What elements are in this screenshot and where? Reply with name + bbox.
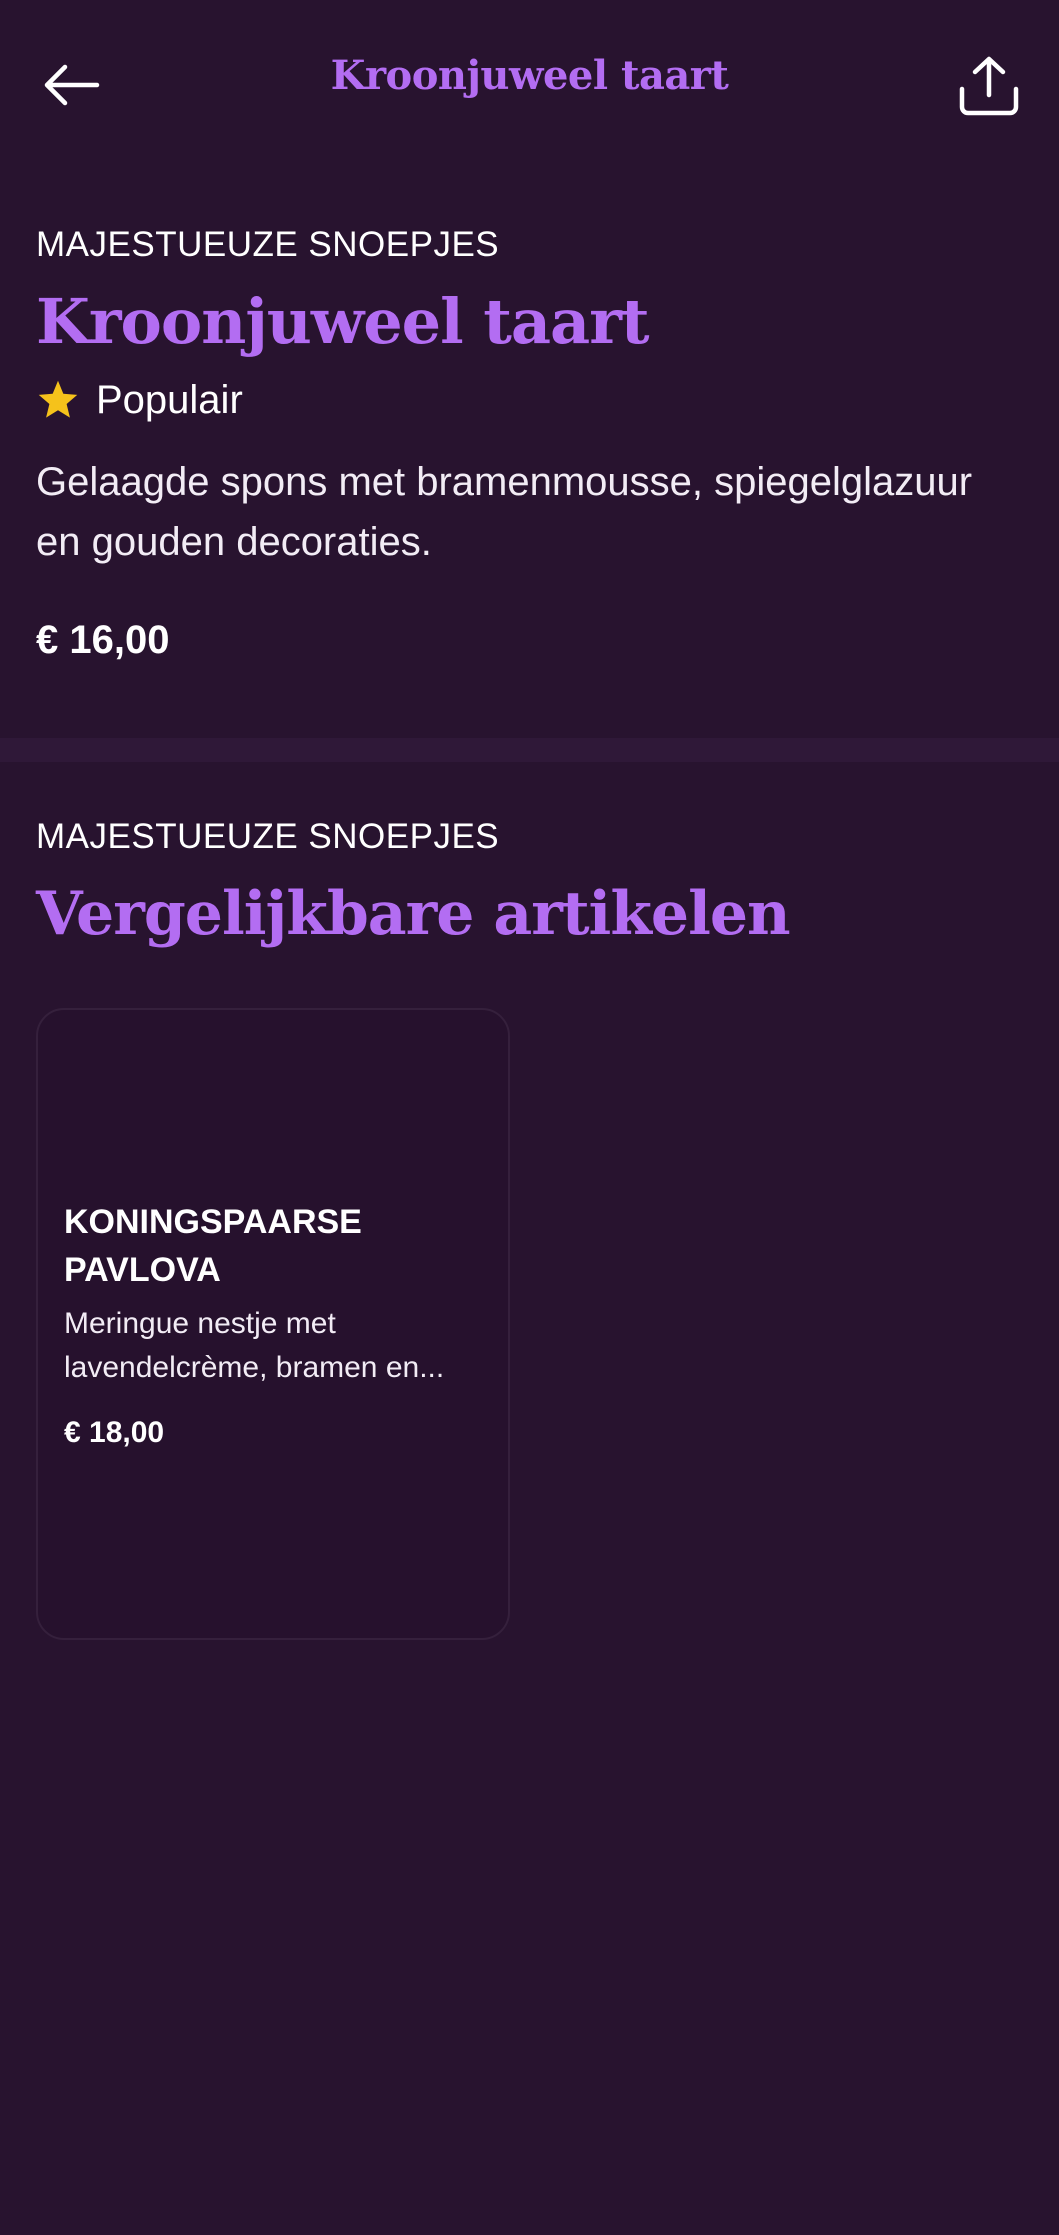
similar-category: MAJESTUEUZE SNOEPJES xyxy=(36,817,500,856)
popular-badge: Populair xyxy=(36,372,1026,428)
product-price: € 16,00 xyxy=(36,618,170,662)
product-name: Kroonjuweel taart xyxy=(36,285,650,358)
product-info: MAJESTUEUZE SNOEPJES Kroonjuweel taart P… xyxy=(36,220,1026,663)
similar-title: Vergelijkbare artikelen xyxy=(36,879,791,949)
similar-item-card[interactable]: KONINGSPAARSE PAVLOVA Meringue nestje me… xyxy=(36,1008,510,1640)
top-bar: Kroonjuweel taart xyxy=(0,0,1059,168)
share-icon xyxy=(959,56,1019,116)
product-detail-screen: Kroonjuweel taart MAJESTUEUZE SNOEPJES K… xyxy=(0,0,1059,2235)
card-content: KONINGSPAARSE PAVLOVA Meringue nestje me… xyxy=(64,1198,484,1450)
page-title: Kroonjuweel taart xyxy=(330,52,729,99)
badge-label: Populair xyxy=(96,377,243,422)
share-button[interactable] xyxy=(953,50,1025,122)
card-name: KONINGSPAARSE PAVLOVA xyxy=(64,1203,362,1289)
star-icon xyxy=(38,380,78,418)
product-description: Gelaagde spons met bramenmousse, spiegel… xyxy=(36,460,973,564)
product-category: MAJESTUEUZE SNOEPJES xyxy=(36,225,500,264)
card-price: € 18,00 xyxy=(64,1416,165,1449)
card-description: Meringue nestje met lavendelcrème, brame… xyxy=(64,1307,445,1384)
section-divider xyxy=(0,738,1059,762)
similar-items-section: MAJESTUEUZE SNOEPJES Vergelijkbare artik… xyxy=(36,812,1026,952)
